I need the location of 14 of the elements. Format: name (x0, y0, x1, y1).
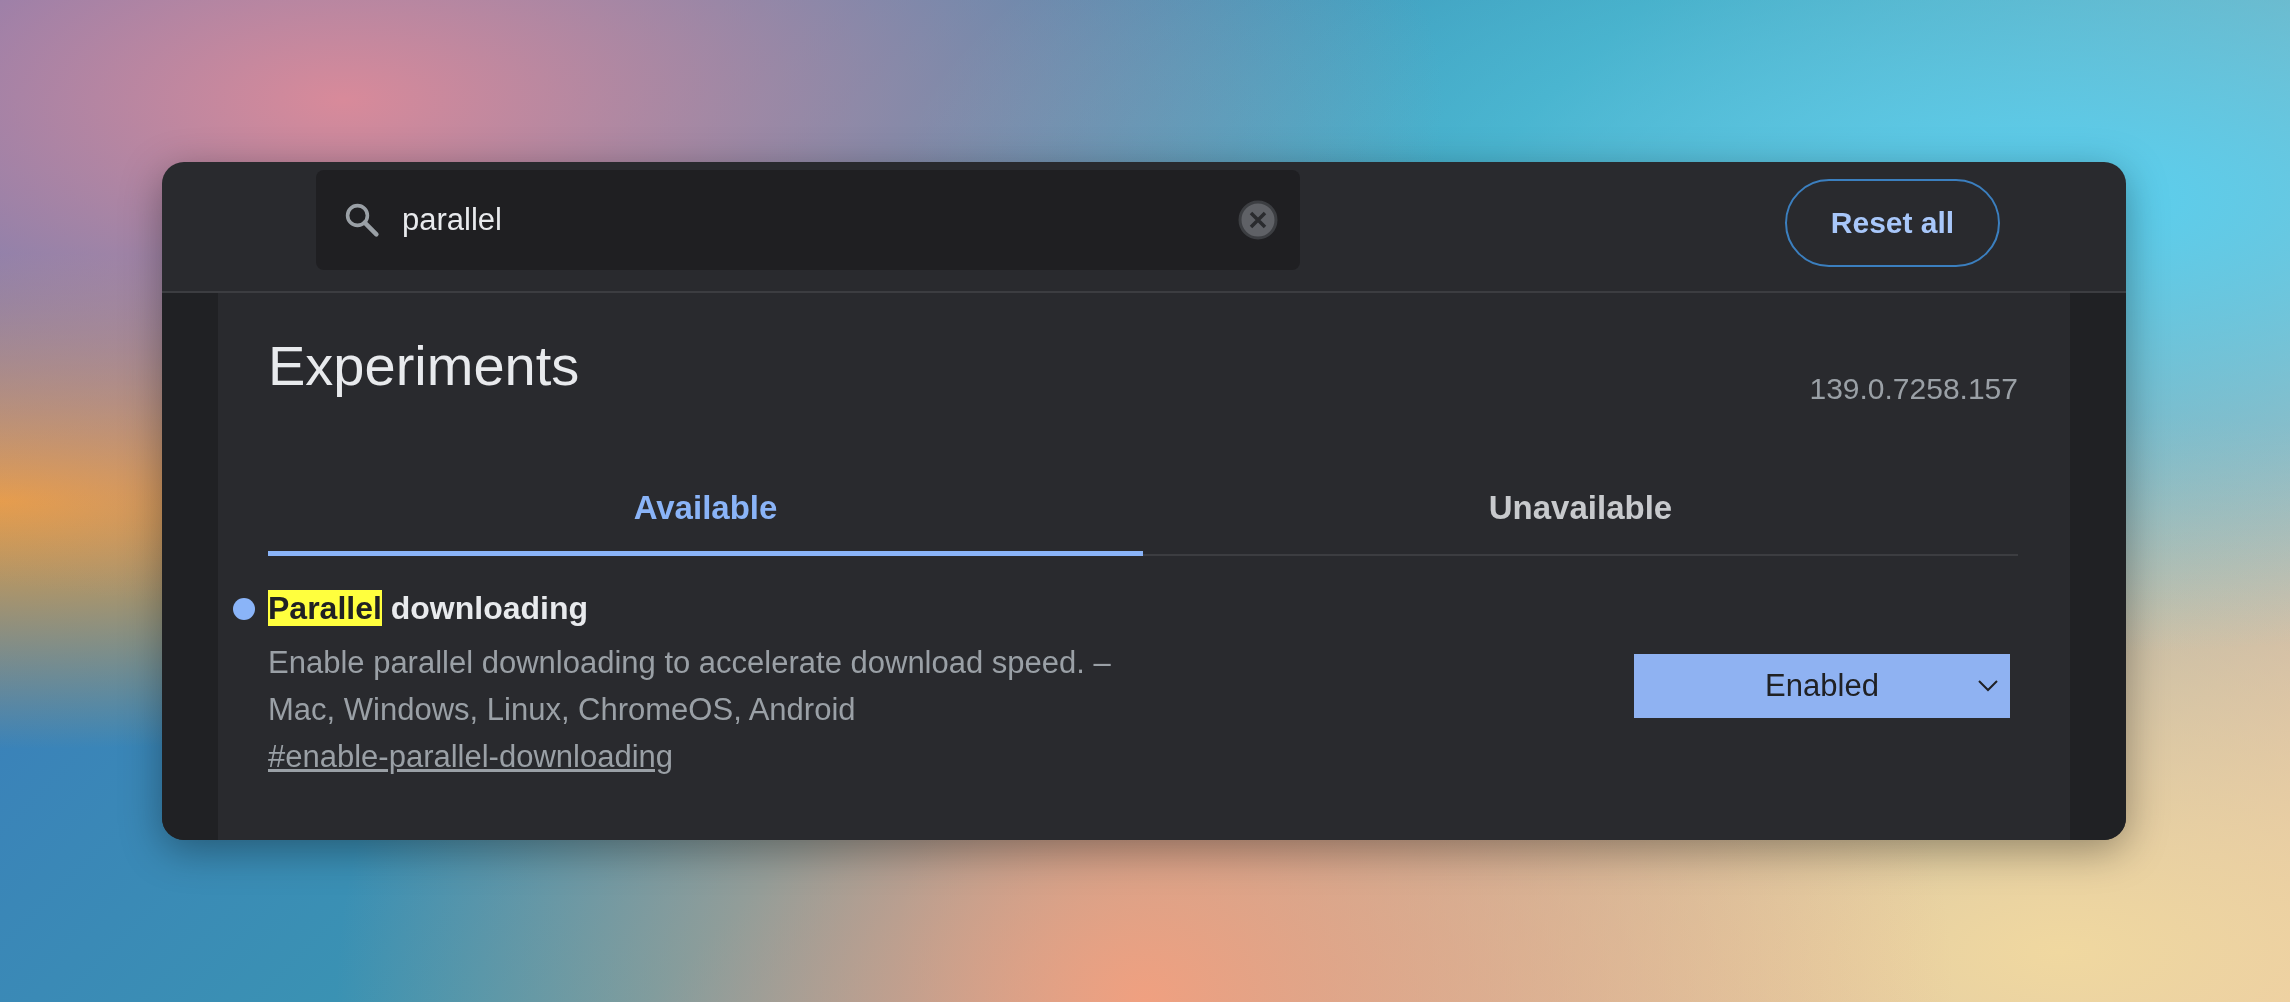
search-input[interactable]: parallel (402, 201, 1216, 238)
version-number: 139.0.7258.157 (1809, 372, 2018, 406)
search-field[interactable]: parallel (316, 169, 1300, 270)
page-title: Experiments (268, 333, 580, 398)
flag-dropdown[interactable]: Enabled (1634, 654, 2010, 718)
reset-all-button[interactable]: Reset all (1785, 178, 2000, 267)
flag-description: Enable parallel downloading to accelerate download speed. – Mac, Windows, Linux, ChromeOS, Android (268, 644, 1112, 729)
chevron-down-icon (1978, 680, 1998, 692)
flag-title: Parallel downloading (268, 590, 589, 627)
flag-link[interactable]: #enable-parallel-downloading (268, 739, 673, 775)
tab[interactable]: Available (268, 464, 1143, 556)
tab[interactable]: Unavailable (1143, 464, 2018, 556)
search-icon (344, 201, 380, 238)
clear-icon[interactable] (1238, 199, 1278, 240)
